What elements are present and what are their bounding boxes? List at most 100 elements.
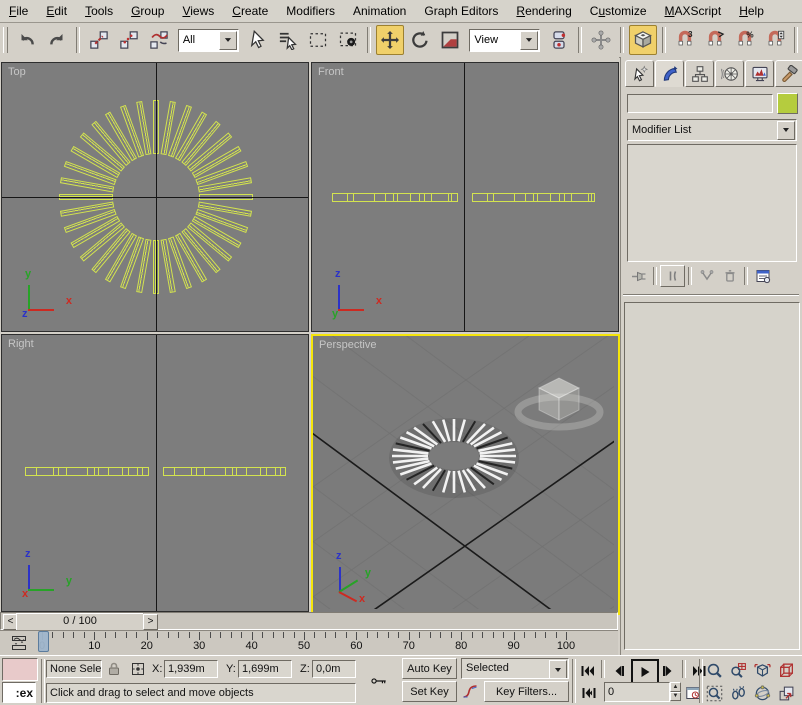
tab-utilities[interactable] [775, 60, 802, 87]
chevron-down-icon[interactable] [219, 31, 237, 50]
z-coordinate-field[interactable]: 0,0m [312, 660, 356, 678]
snaps-toggle-button[interactable]: 3 [671, 25, 699, 55]
toolbar-drag-handle[interactable] [3, 27, 8, 53]
set-keys-button[interactable] [358, 664, 400, 698]
zoom-extents-all-button[interactable] [775, 659, 798, 682]
viewport-top-label[interactable]: Top [8, 66, 26, 78]
pan-view-button[interactable] [727, 682, 750, 705]
percent-snap-toggle[interactable]: % [731, 25, 759, 55]
current-frame-field[interactable]: 0 [604, 682, 670, 702]
tab-create[interactable] [625, 60, 654, 87]
pin-stack-button[interactable] [627, 266, 650, 286]
object-name-field[interactable] [627, 94, 773, 113]
time-slider[interactable]: < 0 / 100 > [0, 612, 618, 630]
menu-file[interactable]: File [0, 1, 37, 22]
viewport-right[interactable]: Right z y x [1, 334, 309, 612]
spinner-snap-toggle[interactable] [761, 25, 789, 55]
selection-filter-dropdown[interactable]: All [178, 29, 240, 52]
viewport-front-label[interactable]: Front [318, 66, 344, 78]
auto-key-button[interactable]: Auto Key [402, 658, 457, 679]
ruler-tick [105, 632, 106, 638]
chevron-down-icon[interactable] [549, 660, 567, 679]
viewport-perspective-label[interactable]: Perspective [319, 339, 376, 351]
show-end-result-toggle[interactable] [660, 265, 685, 287]
zoom-all-button[interactable] [727, 659, 750, 682]
region-zoom-button[interactable] [703, 682, 726, 705]
keyboard-shortcut-override-toggle[interactable] [629, 25, 657, 55]
viewport-top[interactable]: Top y x z [1, 62, 309, 332]
undo-button[interactable] [13, 25, 41, 55]
absolute-offset-toggle[interactable] [128, 659, 148, 679]
menu-group[interactable]: Group [122, 1, 173, 22]
object-color-swatch[interactable] [777, 93, 798, 114]
menu-animation[interactable]: Animation [344, 1, 415, 22]
zoom-button[interactable] [703, 659, 726, 682]
menu-views[interactable]: Views [173, 1, 223, 22]
key-filters-button[interactable]: Key Filters... [484, 681, 569, 702]
select-and-move-button[interactable] [376, 25, 404, 55]
chevron-down-icon[interactable] [520, 31, 538, 50]
configure-modifier-sets-button[interactable] [751, 266, 774, 286]
time-slider-handle[interactable]: 0 / 100 [16, 613, 144, 631]
array-spoke-edge [142, 467, 149, 476]
default-tangent-button[interactable] [459, 681, 481, 702]
time-step-forward-button[interactable]: > [143, 614, 158, 630]
min-max-viewport-toggle[interactable] [775, 682, 798, 705]
divider [601, 660, 605, 678]
track-bar[interactable]: 0102030405060708090100 [0, 630, 618, 656]
redo-button[interactable] [43, 25, 71, 55]
go-to-start-button[interactable] [577, 661, 598, 680]
tab-motion[interactable] [715, 60, 744, 87]
chevron-down-icon[interactable] [777, 121, 795, 140]
menu-create[interactable]: Create [223, 1, 277, 22]
current-frame-marker[interactable] [38, 631, 49, 652]
select-and-link-button[interactable] [85, 25, 113, 55]
key-filter-mode-dropdown[interactable]: Selected [461, 658, 569, 679]
tab-hierarchy[interactable] [685, 60, 714, 87]
tab-modify[interactable] [655, 60, 684, 87]
select-and-rotate-button[interactable] [406, 25, 434, 55]
select-object-button[interactable] [244, 25, 272, 55]
angle-snap-toggle[interactable] [701, 25, 729, 55]
previous-frame-button[interactable] [607, 661, 628, 680]
key-mode-toggle[interactable] [578, 683, 599, 702]
select-by-name-button[interactable] [274, 25, 302, 55]
key-filter-mode-value: Selected [462, 659, 513, 678]
x-coordinate-field[interactable]: 1,939m [164, 660, 218, 678]
selection-lock-toggle[interactable] [105, 660, 123, 678]
rectangular-selection-region-button[interactable] [304, 25, 332, 55]
timeline-ruler[interactable]: 0102030405060708090100 [36, 631, 618, 656]
menu-modifiers[interactable]: Modifiers [277, 1, 344, 22]
bind-to-space-warp-button[interactable] [145, 25, 173, 55]
unlink-selection-button[interactable] [115, 25, 143, 55]
set-key-button[interactable]: Set Key [402, 681, 457, 702]
menu-customize[interactable]: Customize [581, 1, 656, 22]
menu-maxscript[interactable]: MAXScript [656, 1, 731, 22]
open-mini-curve-editor-button[interactable] [5, 634, 33, 652]
modifier-stack-list[interactable] [627, 144, 797, 262]
modifier-list-dropdown[interactable]: Modifier List [627, 119, 797, 141]
select-and-scale-button[interactable] [436, 25, 464, 55]
menu-help[interactable]: Help [730, 1, 773, 22]
remove-modifier-button[interactable] [718, 266, 741, 286]
menu-graph-editors[interactable]: Graph Editors [415, 1, 507, 22]
viewport-front[interactable]: Front z x y [311, 62, 619, 332]
menu-rendering[interactable]: Rendering [507, 1, 580, 22]
tab-display[interactable] [745, 60, 774, 87]
next-frame-button[interactable] [658, 661, 679, 680]
use-pivot-point-center-button[interactable] [545, 25, 573, 55]
menu-edit[interactable]: Edit [37, 1, 76, 22]
menu-tools[interactable]: Tools [76, 1, 122, 22]
make-unique-button[interactable] [695, 266, 718, 286]
viewport-perspective-active[interactable]: Perspective z y x [311, 334, 620, 615]
maxscript-mini-listener[interactable]: :ex [2, 682, 36, 703]
y-coordinate-field[interactable]: 1,699m [238, 660, 292, 678]
macro-recorder-pane[interactable] [2, 658, 38, 681]
frame-spinner[interactable]: ▲▼ [670, 682, 681, 701]
reference-coordinate-system-dropdown[interactable]: View [469, 29, 540, 52]
viewport-right-label[interactable]: Right [8, 338, 34, 350]
select-and-manipulate-button[interactable] [587, 25, 615, 55]
zoom-extents-button[interactable] [751, 659, 774, 682]
window-crossing-toggle[interactable] [334, 25, 362, 55]
arc-rotate-button[interactable] [751, 682, 774, 705]
